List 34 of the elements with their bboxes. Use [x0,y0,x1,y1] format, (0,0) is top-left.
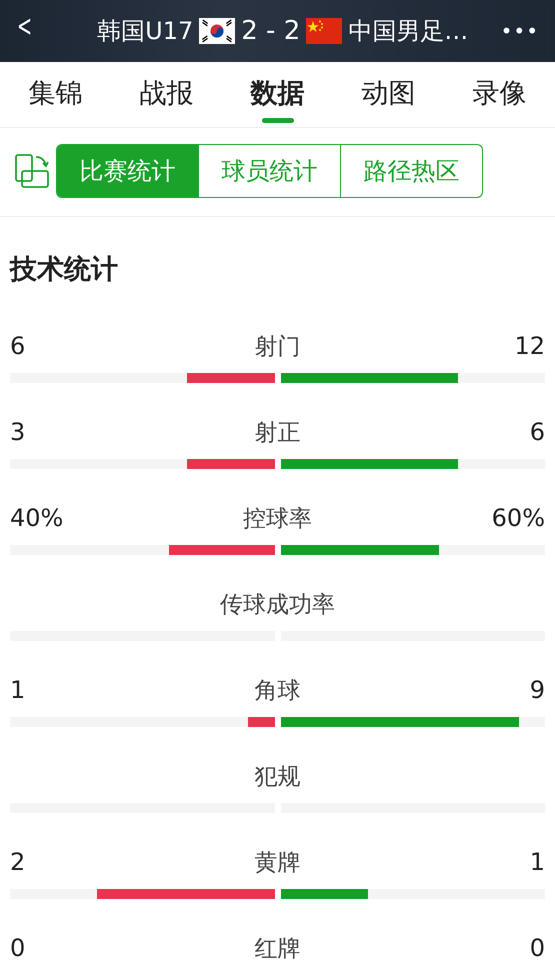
stat-label: 传球成功率 [219,590,336,620]
back-button[interactable]: < [10,8,40,44]
stat-label: 射门 [254,332,302,362]
stat-value: 0 [10,934,26,960]
tab[interactable]: 数据 [246,66,308,122]
tab[interactable]: 战报 [136,66,198,122]
more-button[interactable]: ••• [500,19,539,43]
stat-label: 红牌 [254,934,302,960]
stat-value: 6 [10,332,26,360]
flag-icon [306,18,342,44]
tab[interactable]: 集锦 [24,66,86,122]
stat-value: 1 [528,848,545,876]
stat-value: 1 [10,676,26,704]
stat-value: 9 [528,676,545,704]
stat-label: 犯规 [254,762,302,792]
section-title: 技术统计 [8,253,119,287]
stat-value: 12 [513,332,545,360]
stat-value: 3 [10,418,26,446]
rotate-screen-icon[interactable] [14,153,50,189]
stat-value: 40% [10,504,64,532]
stat-label: 黄牌 [254,848,302,878]
away-team-name: 中国男足… [348,16,468,47]
tab[interactable]: 录像 [468,66,530,122]
home-team-name: 韩国U17 [97,16,194,47]
tab[interactable]: 动图 [358,66,420,122]
stat-value: 60% [490,504,545,532]
match-score: 2 - 2 [241,16,300,46]
stat-value: 2 [10,848,26,876]
stat-label: 角球 [254,676,302,706]
stat-value: 0 [528,934,545,960]
flag-icon [199,18,236,44]
stat-value: 6 [528,418,545,446]
stat-label: 控球率 [242,504,313,534]
stat-label: 射正 [254,418,302,448]
